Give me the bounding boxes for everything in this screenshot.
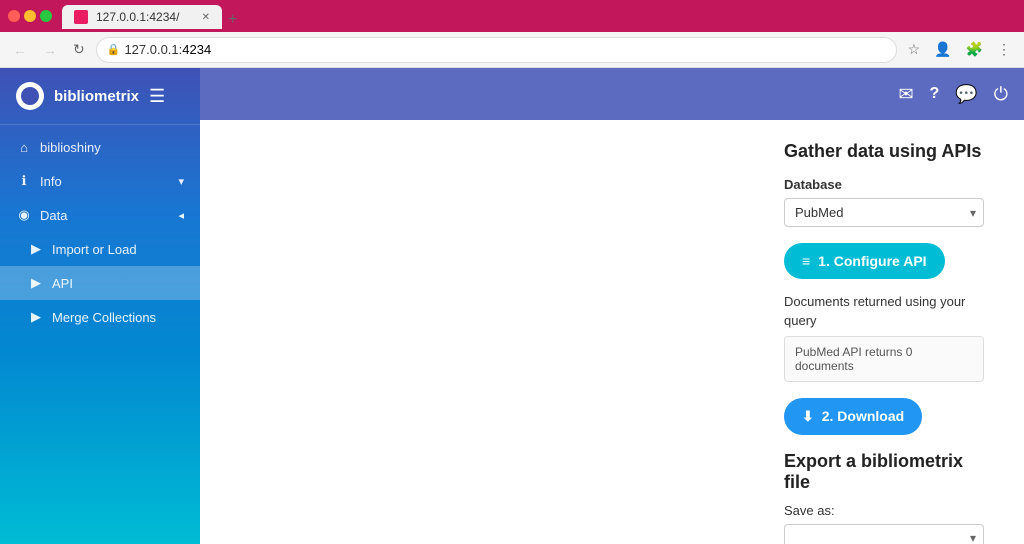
content-area: Gather data using APIs Database PubMed S… bbox=[200, 120, 1024, 544]
sidebar-nav: ⌂ biblioshiny ℹ Info ▾ ◉ Data ◂ ▶ Import… bbox=[0, 125, 200, 544]
gather-section: Gather data using APIs Database PubMed S… bbox=[784, 140, 984, 435]
export-title: Export a bibliometrix file bbox=[784, 451, 984, 493]
save-select-wrapper: ▾ bbox=[784, 524, 984, 544]
download-label: 2. Download bbox=[822, 408, 904, 424]
download-arrow-icon: ⬇ bbox=[802, 408, 814, 425]
sidebar-merge-label: Merge Collections bbox=[52, 310, 156, 325]
sidebar-import-label: Import or Load bbox=[52, 242, 137, 257]
tab-title: 127.0.0.1:4234/ bbox=[96, 10, 179, 24]
data-icon: ◉ bbox=[16, 207, 32, 223]
lock-icon: 🔒 bbox=[107, 43, 121, 56]
configure-filter-icon: ≡ bbox=[802, 253, 810, 269]
browser-toolbar: ← → ↻ 🔒 127.0.0.1:4234 ☆ 👤 🧩 ⋮ bbox=[0, 32, 1024, 68]
tab-bar: 127.0.0.1:4234/ ✕ + bbox=[62, 3, 243, 29]
info-icon: ℹ bbox=[16, 173, 32, 189]
browser-tab[interactable]: 127.0.0.1:4234/ ✕ bbox=[62, 5, 222, 29]
sidebar-api-label: API bbox=[52, 276, 73, 291]
bookmark-button[interactable]: ☆ bbox=[903, 39, 926, 60]
sidebar-item-info[interactable]: ℹ Info ▾ bbox=[0, 164, 200, 198]
address-bar[interactable]: 🔒 127.0.0.1:4234 bbox=[96, 37, 897, 63]
minimize-button[interactable] bbox=[24, 10, 36, 22]
chat-icon[interactable]: 💬 bbox=[955, 84, 977, 105]
logo-inner bbox=[21, 87, 39, 105]
right-side: ✉ ? 💬 ⏻ Gather data using APIs Database … bbox=[200, 68, 1024, 544]
sidebar-user-label: biblioshiny bbox=[40, 140, 101, 155]
maximize-button[interactable] bbox=[40, 10, 52, 22]
menu-button[interactable]: ⋮ bbox=[992, 39, 1016, 60]
reload-button[interactable]: ↻ bbox=[68, 39, 90, 60]
sidebar-info-label: Info bbox=[40, 174, 62, 189]
configure-api-button[interactable]: ≡ 1. Configure API bbox=[784, 243, 945, 279]
hamburger-button[interactable]: ☰ bbox=[149, 86, 165, 107]
topnav-right: ✉ ? 💬 ⏻ bbox=[898, 84, 1008, 105]
sidebar-item-data[interactable]: ◉ Data ◂ bbox=[0, 198, 200, 232]
query-result-box: PubMed API returns 0 documents bbox=[784, 336, 984, 382]
sidebar-item-import[interactable]: ▶ Import or Load bbox=[0, 232, 200, 266]
address-port: 4234 bbox=[182, 42, 211, 57]
help-icon[interactable]: ? bbox=[930, 85, 940, 103]
tab-close-button[interactable]: ✕ bbox=[202, 12, 210, 23]
user-icon: ⌂ bbox=[16, 140, 32, 155]
app-logo bbox=[16, 82, 44, 110]
app-container: bibliometrix ☰ ⌂ biblioshiny ℹ Info ▾ ◉ … bbox=[0, 68, 1024, 544]
gather-title: Gather data using APIs bbox=[784, 140, 984, 163]
database-select[interactable]: PubMed Scopus Web of Science bbox=[784, 198, 984, 227]
chevron-left-icon: ◂ bbox=[178, 209, 184, 222]
back-button[interactable]: ← bbox=[8, 40, 32, 60]
tab-favicon bbox=[74, 10, 88, 24]
close-button[interactable] bbox=[8, 10, 20, 22]
save-label: Save as: bbox=[784, 503, 984, 518]
download-button[interactable]: ⬇ 2. Download bbox=[784, 398, 922, 435]
sidebar-header: bibliometrix ☰ bbox=[0, 68, 200, 125]
sidebar-data-label: Data bbox=[40, 208, 67, 223]
forward-button[interactable]: → bbox=[38, 40, 62, 60]
sidebar: bibliometrix ☰ ⌂ biblioshiny ℹ Info ▾ ◉ … bbox=[0, 68, 200, 544]
sidebar-item-user[interactable]: ⌂ biblioshiny bbox=[0, 131, 200, 164]
save-select[interactable] bbox=[784, 524, 984, 544]
new-tab-button[interactable]: + bbox=[222, 11, 243, 29]
toolbar-actions: ☆ 👤 🧩 ⋮ bbox=[903, 39, 1016, 60]
export-section: Export a bibliometrix file Save as: ▾ bbox=[784, 451, 984, 544]
database-label: Database bbox=[784, 177, 984, 192]
browser-titlebar: 127.0.0.1:4234/ ✕ + bbox=[0, 0, 1024, 32]
topnav: ✉ ? 💬 ⏻ bbox=[200, 68, 1024, 120]
query-label: Documents returned using your query bbox=[784, 293, 984, 329]
app-title: bibliometrix bbox=[54, 88, 139, 105]
extensions-button[interactable]: 🧩 bbox=[961, 39, 988, 60]
chevron-down-icon: ▾ bbox=[178, 175, 184, 188]
merge-arrow-icon: ▶ bbox=[28, 309, 44, 325]
api-arrow-icon: ▶ bbox=[28, 275, 44, 291]
import-arrow-icon: ▶ bbox=[28, 241, 44, 257]
configure-api-label: 1. Configure API bbox=[818, 253, 926, 269]
sidebar-item-api[interactable]: ▶ API bbox=[0, 266, 200, 300]
database-select-wrapper: PubMed Scopus Web of Science ▾ bbox=[784, 198, 984, 227]
main-content: Gather data using APIs Database PubMed S… bbox=[200, 120, 1024, 544]
profile-button[interactable]: 👤 bbox=[929, 39, 956, 60]
address-prefix: 127.0.0.1: bbox=[124, 42, 182, 57]
right-panel: Gather data using APIs Database PubMed S… bbox=[784, 140, 984, 544]
window-controls bbox=[8, 10, 52, 22]
browser-chrome: 127.0.0.1:4234/ ✕ + ← → ↻ 🔒 127.0.0.1:42… bbox=[0, 0, 1024, 68]
sidebar-item-merge[interactable]: ▶ Merge Collections bbox=[0, 300, 200, 334]
mail-icon[interactable]: ✉ bbox=[898, 84, 913, 105]
address-text: 127.0.0.1:4234 bbox=[124, 42, 211, 57]
power-icon[interactable]: ⏻ bbox=[994, 84, 1008, 105]
